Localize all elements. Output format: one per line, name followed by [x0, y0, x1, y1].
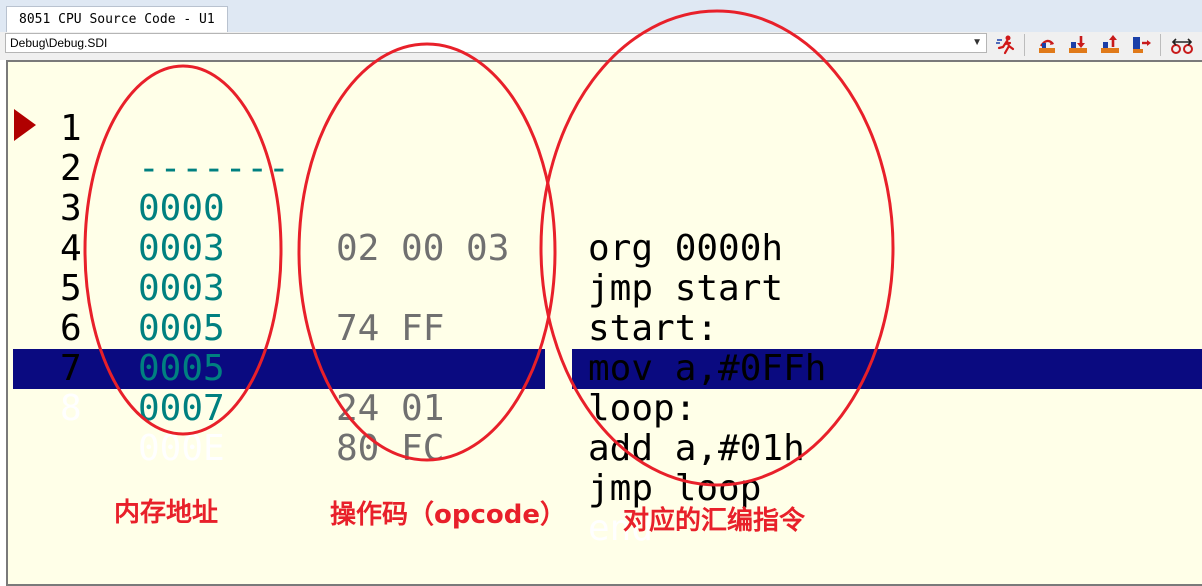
opcode-annotation-label: 操作码（opcode） — [330, 500, 566, 530]
code-line[interactable]: 2 0000 02 00 03 jmp start — [8, 109, 1198, 309]
address-annotation-label: 内存地址 — [114, 498, 219, 528]
step-out-icon[interactable] — [1097, 32, 1123, 58]
code-line-highlighted[interactable]: 8 000E end — [8, 349, 1198, 549]
step-over-icon[interactable] — [1034, 32, 1060, 58]
tab-bar: 8051 CPU Source Code - U1 — [0, 0, 1202, 33]
code-line[interactable]: 7 0007 80 FC jmp loop — [8, 309, 1198, 509]
assembly-source: loop: — [588, 388, 697, 429]
source-code-tab[interactable]: 8051 CPU Source Code - U1 — [6, 6, 228, 32]
source-code-editor[interactable]: 1 ------- org 0000h 2 0000 02 00 03 jmp … — [6, 60, 1202, 586]
chevron-down-icon[interactable]: ▼ — [972, 34, 982, 52]
code-line[interactable]: 3 0003 start: — [8, 149, 1198, 349]
source-annotation-label: 对应的汇编指令 — [623, 506, 806, 536]
code-line[interactable]: 5 0005 loop: — [8, 229, 1198, 429]
run-icon[interactable] — [993, 32, 1019, 58]
file-select-dropdown[interactable]: Debug\Debug.SDI ▼ — [5, 33, 987, 53]
code-line[interactable]: 6 0005 24 01 add a,#01h — [8, 269, 1198, 469]
file-path-value: Debug\Debug.SDI — [10, 36, 108, 50]
assembly-source: add a,#01h — [588, 428, 805, 469]
toolbar-separator — [1024, 34, 1025, 56]
code-line[interactable]: 4 0003 74 FF mov a,#0FFh — [8, 189, 1198, 389]
opcode-bytes: 80 FC — [336, 428, 445, 469]
run-to-cursor-icon[interactable] — [1128, 32, 1154, 58]
toolbar-separator — [1160, 34, 1161, 56]
step-into-icon[interactable] — [1065, 32, 1091, 58]
memory-address: 0007 — [138, 388, 225, 429]
breakpoint-toggle-icon[interactable] — [1169, 32, 1195, 58]
opcode-bytes: 24 01 — [336, 388, 445, 429]
memory-address: 000E — [138, 428, 225, 469]
code-line[interactable]: 1 ------- org 0000h — [8, 69, 1198, 269]
line-number: 8 — [60, 388, 82, 429]
